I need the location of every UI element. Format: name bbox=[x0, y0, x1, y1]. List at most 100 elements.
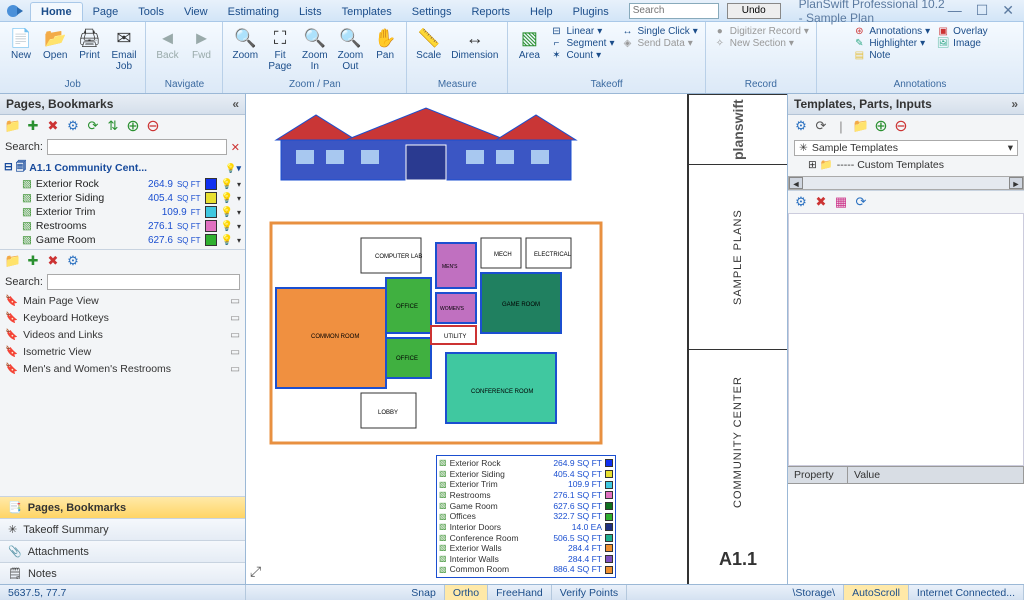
zoom-out-button[interactable]: 🔍Zoom Out bbox=[333, 24, 369, 74]
count-button[interactable]: ✶Count ▾ bbox=[549, 50, 614, 61]
tab-view[interactable]: View bbox=[174, 3, 218, 21]
delete-icon[interactable]: ✖ bbox=[45, 118, 61, 134]
tab-tools[interactable]: Tools bbox=[128, 3, 174, 21]
tab-settings[interactable]: Settings bbox=[402, 3, 462, 21]
add-icon[interactable]: ✚ bbox=[25, 118, 41, 134]
sort-icon[interactable]: ⇅ bbox=[105, 118, 121, 134]
zoom-in-button[interactable]: 🔍Zoom In bbox=[297, 24, 333, 74]
tree-item[interactable]: ▧Game Room627.6 SQ FT💡▾ bbox=[4, 233, 241, 247]
segment-button[interactable]: ⌐Segment ▾ bbox=[549, 38, 614, 49]
bm-gear-icon[interactable]: ⚙ bbox=[65, 253, 81, 269]
tab-help[interactable]: Help bbox=[520, 3, 563, 21]
bookmark-item[interactable]: 🔖Men's and Women's Restrooms▭ bbox=[0, 360, 245, 377]
btab-pages[interactable]: 📑 Pages, Bookmarks bbox=[0, 496, 245, 518]
bookmark-item[interactable]: 🔖Keyboard Hotkeys▭ bbox=[0, 309, 245, 326]
annotations-button[interactable]: ⊛Annotations ▾ bbox=[852, 26, 930, 37]
bookmarks-search-input[interactable] bbox=[47, 274, 240, 290]
tab-lists[interactable]: Lists bbox=[289, 3, 332, 21]
tab-plugins[interactable]: Plugins bbox=[563, 3, 619, 21]
btab-takeoff-summary[interactable]: ✳ Takeoff Summary bbox=[0, 518, 245, 540]
close-icon[interactable]: ✕ bbox=[1002, 2, 1014, 19]
fwd-button[interactable]: ►Fwd bbox=[184, 24, 218, 64]
overlay-button[interactable]: ▣Overlay bbox=[936, 26, 987, 37]
linear-button[interactable]: ⊟Linear ▾ bbox=[549, 26, 614, 37]
templates-child[interactable]: ⊞ 📁 ----- Custom Templates bbox=[794, 156, 1018, 173]
fit-page-button[interactable]: ⛶Fit Page bbox=[263, 24, 297, 74]
status-verify[interactable]: Verify Points bbox=[552, 585, 627, 600]
new-section-button[interactable]: ✧New Section ▾ bbox=[713, 38, 809, 49]
pt-gear-icon[interactable]: ⚙ bbox=[793, 194, 809, 210]
area-icon: ▧ bbox=[517, 26, 541, 50]
status-snap[interactable]: Snap bbox=[403, 585, 445, 600]
minimize-icon[interactable]: — bbox=[948, 2, 962, 19]
digitizer-record-button[interactable]: ●Digitizer Record ▾ bbox=[713, 26, 809, 37]
highlighter-button[interactable]: ✎Highlighter ▾ bbox=[852, 38, 930, 49]
zoom-button[interactable]: 🔍Zoom bbox=[227, 24, 263, 64]
undo-button[interactable]: Undo bbox=[727, 3, 781, 19]
single-click-icon: ↔ bbox=[621, 26, 635, 37]
print-button[interactable]: 🖨Print bbox=[72, 24, 106, 64]
collapse-icon[interactable]: « bbox=[232, 97, 239, 111]
bookmark-item[interactable]: 🔖Isometric View▭ bbox=[0, 343, 245, 360]
new-button[interactable]: 📄New bbox=[4, 24, 38, 64]
back-button[interactable]: ◄Back bbox=[150, 24, 184, 64]
status-freehand[interactable]: FreeHand bbox=[488, 585, 552, 600]
status-autoscroll[interactable]: AutoScroll bbox=[844, 585, 909, 600]
bookmark-item[interactable]: 🔖Main Page View▭ bbox=[0, 292, 245, 309]
tab-templates[interactable]: Templates bbox=[332, 3, 402, 21]
templates-root-select[interactable]: ✳Sample Templates▾ bbox=[794, 140, 1018, 156]
property-body[interactable] bbox=[788, 484, 1024, 584]
refresh-icon[interactable]: ⟳ bbox=[85, 118, 101, 134]
minus-icon[interactable]: ⊖ bbox=[145, 118, 161, 134]
status-ortho[interactable]: Ortho bbox=[445, 585, 488, 600]
maximize-icon[interactable]: ☐ bbox=[976, 2, 989, 19]
expand-canvas-icon[interactable]: ⤢ bbox=[250, 563, 261, 580]
tab-estimating[interactable]: Estimating bbox=[218, 3, 289, 21]
ribbon-group-record: ●Digitizer Record ▾ ✧New Section ▾ Recor… bbox=[706, 22, 817, 93]
clear-search-icon[interactable]: ✕ bbox=[231, 141, 240, 154]
area-button[interactable]: ▧Area bbox=[512, 24, 546, 64]
btab-notes[interactable]: 🗒 Notes bbox=[0, 562, 245, 584]
bm-folder-icon[interactable]: 📁 bbox=[5, 253, 21, 269]
tpl-minus-icon[interactable]: ⊖ bbox=[893, 118, 909, 134]
pt-delete-icon[interactable]: ✖ bbox=[813, 194, 829, 210]
legend-row: ▧Exterior Walls284.4 FT bbox=[439, 543, 613, 554]
note-button[interactable]: ▤Note bbox=[852, 50, 930, 61]
send-data-button[interactable]: ◈Send Data ▾ bbox=[621, 38, 698, 49]
pt-refresh-icon[interactable]: ⟳ bbox=[853, 194, 869, 210]
left-panel: Pages, Bookmarks« 📁 ✚ ✖ ⚙ ⟳ ⇅ ⊕ ⊖ Search… bbox=[0, 94, 246, 584]
single-click-button[interactable]: ↔Single Click ▾ bbox=[621, 26, 698, 37]
pt-grid-icon[interactable]: ▦ bbox=[833, 194, 849, 210]
image-button[interactable]: 🖼Image bbox=[936, 38, 987, 49]
email-job-button[interactable]: ✉Email Job bbox=[106, 24, 141, 74]
bm-add-icon[interactable]: ✚ bbox=[25, 253, 41, 269]
tree-item[interactable]: ▧Exterior Trim109.9 FT💡▾ bbox=[4, 205, 241, 219]
tree-item[interactable]: ▧Restrooms276.1 SQ FT💡▾ bbox=[4, 219, 241, 233]
dimension-button[interactable]: ↔Dimension bbox=[446, 24, 503, 64]
tree-item[interactable]: ▧Exterior Rock264.9 SQ FT💡▾ bbox=[4, 177, 241, 191]
bookmark-item[interactable]: 🔖Videos and Links▭ bbox=[0, 326, 245, 343]
tpl-plus-icon[interactable]: ⊕ bbox=[873, 118, 889, 134]
scale-button[interactable]: 📏Scale bbox=[411, 24, 446, 64]
templates-scrollbar[interactable]: ◄► bbox=[788, 176, 1024, 190]
tpl-gear-icon[interactable]: ⚙ bbox=[793, 118, 809, 134]
plus-icon[interactable]: ⊕ bbox=[125, 118, 141, 134]
open-button[interactable]: 📂Open bbox=[38, 24, 72, 64]
status-storage[interactable]: \Storage\ bbox=[784, 585, 844, 600]
tpl-folder-icon[interactable]: 📁 bbox=[853, 118, 869, 134]
right-collapse-icon[interactable]: » bbox=[1011, 97, 1018, 111]
pages-search-input[interactable] bbox=[47, 139, 227, 155]
btab-attachments[interactable]: 📎 Attachments bbox=[0, 540, 245, 562]
tab-page[interactable]: Page bbox=[83, 3, 129, 21]
bm-delete-icon[interactable]: ✖ bbox=[45, 253, 61, 269]
gear-icon[interactable]: ⚙ bbox=[65, 118, 81, 134]
tree-item[interactable]: ▧Exterior Siding405.4 SQ FT💡▾ bbox=[4, 191, 241, 205]
tree-root[interactable]: ⊟ 🗐 A1.1 Community Cent... 💡▾ bbox=[4, 159, 241, 177]
tab-reports[interactable]: Reports bbox=[461, 3, 520, 21]
tpl-refresh-icon[interactable]: ⟳ bbox=[813, 118, 829, 134]
tab-home[interactable]: Home bbox=[30, 2, 83, 21]
folder-icon[interactable]: 📁 bbox=[5, 118, 21, 134]
drawing-canvas[interactable]: COMPUTER LABMECHELECTRICAL COMMON ROOMOF… bbox=[246, 94, 788, 584]
pan-button[interactable]: ✋Pan bbox=[368, 24, 402, 64]
search-input[interactable] bbox=[629, 3, 719, 19]
